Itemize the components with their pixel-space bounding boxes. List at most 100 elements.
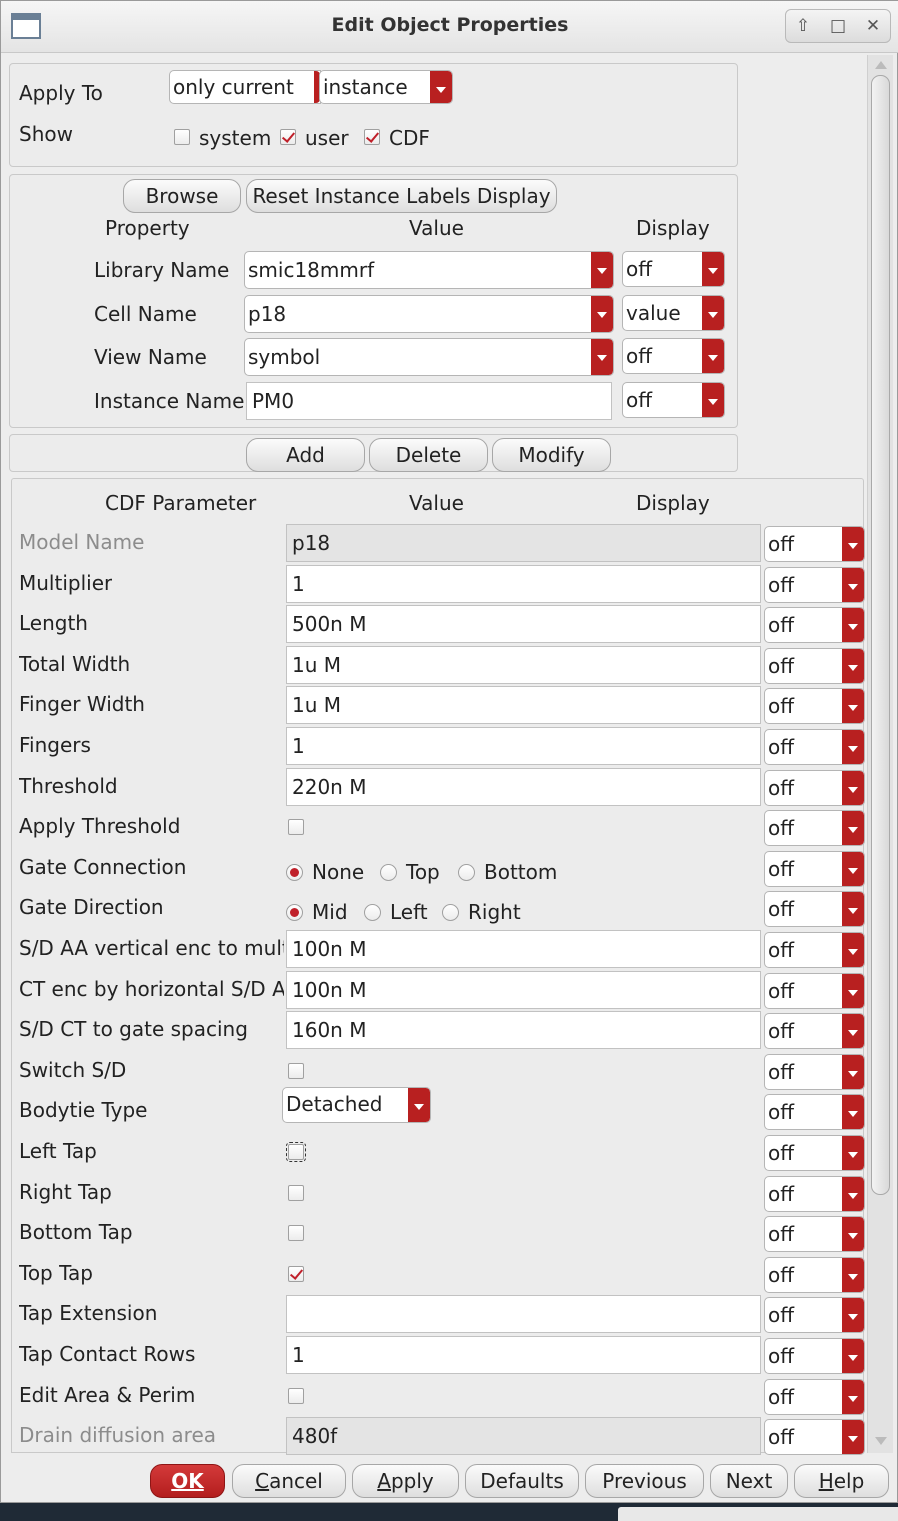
cdf-input-s-d-ct-to-gate-spacing[interactable]: 160n M — [286, 1011, 761, 1049]
cdf-label-bodytie-type: Bodytie Type — [19, 1098, 148, 1122]
cdf-input-fingers[interactable]: 1 — [286, 727, 761, 765]
cdf-checkbox-right-tap[interactable] — [288, 1185, 304, 1201]
cdf-input-s-d-aa-vertical-enc-to-multi[interactable]: 100n M — [286, 930, 761, 968]
cdf-label-total-width: Total Width — [19, 652, 131, 676]
browse-button[interactable]: Browse — [123, 179, 241, 213]
cdf-display-select-left-tap[interactable]: off — [764, 1135, 865, 1171]
show-cdf-checkbox[interactable] — [364, 129, 380, 145]
chevron-down-icon — [842, 1095, 864, 1129]
view-name-select[interactable]: symbol — [244, 338, 614, 376]
cdf-checkbox-top-tap[interactable] — [288, 1266, 304, 1282]
cdf-input-tap-contact-rows[interactable]: 1 — [286, 1336, 761, 1374]
cdf-radio-gate-connection-top[interactable] — [380, 864, 397, 881]
cdf-display-select-multiplier[interactable]: off — [764, 567, 865, 603]
cdf-input-multiplier[interactable]: 1 — [286, 565, 761, 603]
cdf-input-ct-enc-by-horizontal-s-d-a[interactable]: 100n M — [286, 971, 761, 1009]
cdf-input-total-width[interactable]: 1u M — [286, 646, 761, 684]
cdf-display-select-model-name[interactable]: off — [764, 526, 865, 562]
apply-target-select[interactable]: instance — [319, 70, 453, 104]
scroll-up-icon[interactable] — [875, 61, 887, 69]
ok-button[interactable]: OK — [150, 1464, 225, 1498]
cdf-radio-gate-direction-right[interactable] — [442, 904, 459, 921]
library-name-select[interactable]: smic18mmrf — [244, 251, 614, 289]
cdf-display-select-edit-area-perim[interactable]: off — [764, 1379, 865, 1415]
close-icon[interactable]: ✕ — [866, 16, 880, 36]
system-tray — [618, 1507, 898, 1521]
chevron-down-icon — [842, 1217, 864, 1251]
cdf-display-select-length[interactable]: off — [764, 607, 865, 643]
cdf-radio-gate-connection-bottom[interactable] — [458, 864, 475, 881]
vertical-scrollbar[interactable] — [867, 55, 893, 1453]
cdf-checkbox-switch-s-d[interactable] — [288, 1063, 304, 1079]
title-bar[interactable]: Edit Object Properties ⇧ □ ✕ — [1, 1, 898, 53]
chevron-down-icon — [842, 1014, 864, 1048]
cdf-checkbox-left-tap[interactable] — [286, 1142, 306, 1162]
cdf-display-select-fingers[interactable]: off — [764, 729, 865, 765]
view-name-display-select[interactable]: off — [622, 338, 725, 374]
cdf-label-left-tap: Left Tap — [19, 1139, 97, 1163]
cdf-input-tap-extension[interactable] — [286, 1295, 761, 1333]
reset-labels-button[interactable]: Reset Instance Labels Display — [246, 179, 557, 213]
previous-button[interactable]: Previous — [585, 1464, 704, 1498]
chevron-down-icon — [842, 1420, 864, 1454]
cdf-display-select-total-width[interactable]: off — [764, 648, 865, 684]
cdf-display-select-apply-threshold[interactable]: off — [764, 810, 865, 846]
cdf-select-bodytie-type[interactable]: Detached — [282, 1087, 431, 1123]
add-button[interactable]: Add — [246, 438, 365, 472]
cdf-display-select-top-tap[interactable]: off — [764, 1257, 865, 1293]
library-name-display-select[interactable]: off — [622, 251, 725, 287]
cdf-display-select-bottom-tap[interactable]: off — [764, 1216, 865, 1252]
instance-name-label: Instance Name — [94, 389, 245, 413]
cdf-display-select-ct-enc-by-horizontal-s-d-a[interactable]: off — [764, 973, 865, 1009]
cdf-display-select-s-d-aa-vertical-enc-to-multi[interactable]: off — [764, 932, 865, 968]
cdf-display-select-bodytie-type[interactable]: off — [764, 1094, 865, 1130]
cdf-display-select-tap-contact-rows[interactable]: off — [764, 1338, 865, 1374]
defaults-button[interactable]: Defaults — [465, 1464, 579, 1498]
cell-name-display-select[interactable]: value — [622, 295, 725, 331]
cdf-checkbox-edit-area-perim[interactable] — [288, 1388, 304, 1404]
cdf-radio-gate-direction-left[interactable] — [364, 904, 381, 921]
cdf-input-length[interactable]: 500n M — [286, 605, 761, 643]
instance-name-input[interactable]: PM0 — [246, 382, 612, 420]
show-user-checkbox[interactable] — [280, 129, 296, 145]
cdf-display-select-gate-connection[interactable]: off — [764, 851, 865, 887]
cdf-radio-gate-direction-mid[interactable] — [286, 904, 303, 921]
show-system-checkbox[interactable] — [174, 129, 190, 145]
cdf-label-tap-extension: Tap Extension — [19, 1301, 158, 1325]
chevron-down-icon — [408, 1088, 430, 1122]
shade-icon[interactable]: ⇧ — [796, 16, 810, 36]
cdf-display-select-gate-direction[interactable]: off — [764, 891, 865, 927]
cdf-parameter-header: CDF Parameter — [105, 491, 257, 515]
cdf-input-threshold[interactable]: 220n M — [286, 768, 761, 806]
maximize-icon[interactable]: □ — [830, 16, 846, 36]
chevron-down-icon — [842, 974, 864, 1008]
cdf-input-model-name: p18 — [286, 524, 761, 562]
cdf-display-select-tap-extension[interactable]: off — [764, 1297, 865, 1333]
cancel-button[interactable]: Cancel — [232, 1464, 346, 1498]
chevron-down-icon — [842, 771, 864, 805]
cdf-checkbox-bottom-tap[interactable] — [288, 1225, 304, 1241]
scroll-down-icon[interactable] — [875, 1437, 887, 1445]
delete-button[interactable]: Delete — [369, 438, 488, 472]
cdf-label-threshold: Threshold — [19, 774, 118, 798]
apply-button[interactable]: Apply — [352, 1464, 459, 1498]
cdf-input-finger-width[interactable]: 1u M — [286, 686, 761, 724]
next-button[interactable]: Next — [710, 1464, 788, 1498]
cdf-display-select-switch-s-d[interactable]: off — [764, 1054, 865, 1090]
modify-button[interactable]: Modify — [492, 438, 611, 472]
library-name-label: Library Name — [94, 258, 230, 282]
cdf-label-edit-area-perim: Edit Area & Perim — [19, 1383, 196, 1407]
cdf-display-select-threshold[interactable]: off — [764, 770, 865, 806]
cdf-checkbox-apply-threshold[interactable] — [288, 819, 304, 835]
cdf-display-select-right-tap[interactable]: off — [764, 1176, 865, 1212]
cdf-display-select-s-d-ct-to-gate-spacing[interactable]: off — [764, 1013, 865, 1049]
instance-name-display-select[interactable]: off — [622, 382, 725, 418]
scrollbar-thumb[interactable] — [871, 75, 890, 1195]
help-button[interactable]: Help — [794, 1464, 889, 1498]
cdf-radio-gate-connection-none[interactable] — [286, 864, 303, 881]
cell-name-select[interactable]: p18 — [244, 295, 614, 333]
apply-scope-select[interactable]: only current — [169, 70, 321, 104]
cdf-display-select-finger-width[interactable]: off — [764, 688, 865, 724]
cdf-display-select-drain-diffusion-area[interactable]: off — [764, 1419, 865, 1455]
chevron-down-icon — [591, 339, 613, 375]
